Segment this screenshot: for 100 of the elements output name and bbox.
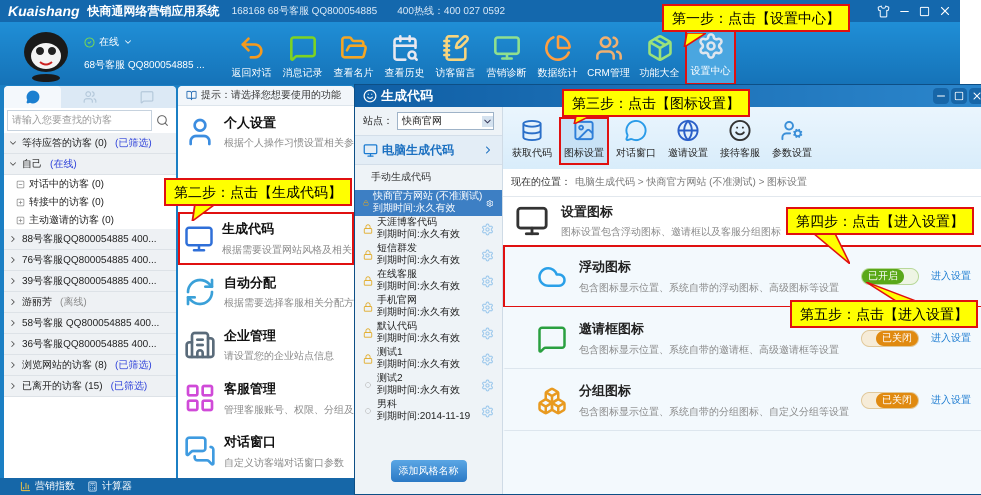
expiry-time: 到期时间:永久有效: [377, 359, 460, 371]
group-header[interactable]: 浏览网站的访客 (8) (已筛选): [4, 355, 176, 376]
toolbar-button[interactable]: CRM管理: [583, 22, 634, 85]
online-check-icon: [84, 36, 95, 48]
close-icon[interactable]: [969, 88, 981, 104]
style-item[interactable]: 手机官网 到期时间:永久有效: [355, 294, 502, 320]
group-header[interactable]: 58号客服 QQ800054885 400...: [4, 313, 176, 334]
group-header[interactable]: 39号客服QQ800054885 400...: [4, 271, 176, 292]
toolbar-button[interactable]: 数据统计: [532, 22, 583, 85]
expiry-time: 到期时间:2014-11-19: [377, 411, 470, 423]
expiry-time: 到期时间:永久有效: [377, 307, 460, 319]
message-icon: [537, 324, 567, 354]
monitor-icon: [363, 142, 378, 158]
menu-description: 请设置您的企业站点信息: [224, 350, 334, 364]
code-tool-button[interactable]: 获取代码: [507, 117, 557, 165]
group-header[interactable]: 76号客服QQ800054885 400...: [4, 250, 176, 271]
minimize-icon[interactable]: [933, 88, 949, 104]
style-item[interactable]: 男科 到期时间:2014-11-19: [355, 398, 502, 424]
expiry-time: 到期时间:永久有效: [377, 333, 460, 345]
group-label: 39号客服QQ800054885 400...: [22, 274, 157, 288]
section-title: 设置图标: [561, 202, 614, 221]
refresh-icon: [184, 276, 216, 308]
row-description: 包含图标显示位置、系统自带的邀请框、高级邀请框等设置: [579, 344, 839, 358]
site-dropdown[interactable]: 快商官网: [397, 112, 494, 130]
enter-settings-link[interactable]: 进入设置: [931, 331, 971, 346]
group-header[interactable]: 游丽芳 (离线): [4, 292, 176, 313]
bottom-bar-link[interactable]: 营销指数: [35, 479, 75, 494]
style-item[interactable]: 默认代码 到期时间:永久有效: [355, 320, 502, 346]
settings-menu-item[interactable]: 个人设置 根据个人操作习惯设置相关参: [178, 106, 354, 159]
menu-title: 对话窗口: [224, 433, 277, 452]
style-name: 测试1: [377, 347, 404, 358]
toolbar-button[interactable]: 访客留言: [430, 22, 481, 85]
monitor-icon: [515, 204, 549, 238]
enter-settings-link[interactable]: 进入设置: [931, 269, 971, 284]
collapse-icon[interactable]: [16, 180, 25, 188]
toolbar-button[interactable]: 查看历史: [379, 22, 430, 85]
enter-settings-link[interactable]: 进入设置: [931, 393, 971, 408]
toolbar-button[interactable]: 查看名片: [328, 22, 379, 85]
chat-bubble-icon: [624, 119, 648, 142]
group-header[interactable]: 36号客服QQ800054885 400...: [4, 334, 176, 355]
style-name: 手机官网: [377, 295, 418, 306]
code-tool-button[interactable]: 邀请设置: [663, 117, 713, 165]
settings-menu-item[interactable]: 企业管理 请设置您的企业站点信息: [178, 318, 354, 372]
code-tool-button[interactable]: 参数设置: [767, 117, 817, 165]
calculator-icon[interactable]: [87, 481, 98, 492]
bar-chart-icon[interactable]: [20, 481, 31, 492]
dropdown-caret-icon: [482, 116, 493, 126]
user-settings-icon: [780, 119, 804, 142]
subgroup-label[interactable]: 转接中的访客 (0): [29, 194, 104, 210]
notepad-icon: [442, 34, 470, 62]
user-name: 68号客服 QQ800054885 ...: [84, 58, 206, 72]
subgroup-label[interactable]: 对话中的访客 (0): [29, 176, 104, 192]
settings-menu-item[interactable]: 自动分配 根据需要选择客服相关分配方: [178, 265, 354, 319]
search-icon[interactable]: [156, 114, 169, 127]
section-description: 图标设置包含浮动图标、邀请框以及客服分组图标: [561, 226, 781, 240]
code-tool-button[interactable]: 图标设置: [559, 117, 609, 165]
style-item[interactable]: 短信群发 到期时间:永久有效: [355, 242, 502, 268]
style-item[interactable]: 在线客服 到期时间:永久有效: [355, 268, 502, 294]
style-item[interactable]: 快商官方网站 (不准测试) 到期时间:永久有效: [355, 190, 502, 216]
manual-code-item[interactable]: 手动生成代码: [355, 165, 502, 190]
code-tool-button[interactable]: 接待客服: [715, 117, 765, 165]
group-status: (已筛选): [115, 136, 152, 150]
toolbar-button[interactable]: 营销诊断: [481, 22, 532, 85]
search-field[interactable]: 请输入您要查找的访客: [7, 110, 152, 131]
settings-menu-item[interactable]: 对话窗口 自定义访客端对话窗口参数: [178, 424, 354, 478]
expand-icon[interactable]: [16, 198, 25, 206]
section-header[interactable]: 电脑生成代码: [355, 135, 502, 165]
group-header[interactable]: 88号客服QQ800054885 400...: [4, 229, 176, 250]
visitor-tab[interactable]: [4, 86, 62, 108]
group-header[interactable]: 已离开的访客 (15) (已筛选): [4, 376, 176, 397]
skin-icon[interactable]: [877, 4, 890, 18]
close-icon[interactable]: [938, 4, 952, 18]
group-label: 36号客服QQ800054885 400...: [22, 338, 157, 352]
maximize-icon[interactable]: [951, 88, 967, 104]
bottom-bar-link[interactable]: 计算器: [102, 479, 132, 494]
breadcrumb-label: 现在的位置：: [511, 176, 571, 190]
menu-title: 自动分配: [224, 274, 278, 292]
subgroup-label[interactable]: 主动邀请的访客 (0): [29, 212, 114, 228]
style-item[interactable]: 天涯博客代码 到期时间:永久有效: [355, 216, 502, 242]
restore-icon[interactable]: [919, 6, 930, 16]
settings-menu-item[interactable]: 生成代码 根据需要设置网站风格及相关: [178, 212, 354, 266]
expand-icon[interactable]: [16, 216, 25, 224]
style-name: 男科: [377, 399, 398, 410]
menu-title: 企业管理: [224, 326, 277, 345]
toolbar-button[interactable]: 返回对话: [226, 22, 277, 85]
app-logo: Kuaishang: [8, 2, 80, 21]
group-header[interactable]: 等待应答的访客 (0) (已筛选): [4, 133, 176, 154]
style-item[interactable]: 测试2 到期时间:永久有效: [355, 372, 502, 398]
group-header[interactable]: 自己 (在线): [4, 154, 176, 175]
status-label[interactable]: 在线: [99, 34, 119, 50]
style-item[interactable]: 测试1 到期时间:永久有效: [355, 346, 502, 372]
group-status: (离线): [60, 296, 87, 310]
toolbar-button[interactable]: 消息记录: [277, 22, 328, 85]
people-icon: [82, 90, 97, 104]
expiry-time: 到期时间:永久有效: [372, 203, 457, 215]
app-name: 快商通网络营销应用系统: [88, 3, 220, 20]
code-tool-button[interactable]: 对话窗口: [611, 117, 661, 165]
settings-menu-item[interactable]: 客服管理 管理客服账号、权限、分组及: [178, 372, 354, 425]
breadcrumb-path: 电脑生成代码 > 快商官方网站 (不准测试) > 图标设置: [575, 176, 808, 190]
grid-icon: [184, 382, 216, 414]
